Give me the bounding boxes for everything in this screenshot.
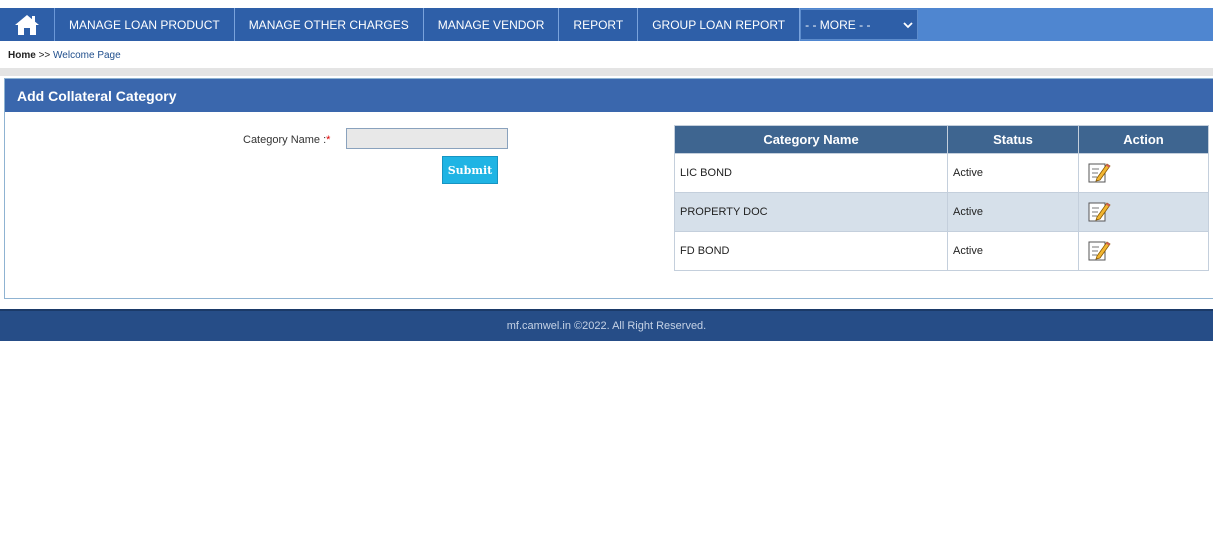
category-name-label: Category Name :* bbox=[243, 134, 330, 146]
required-mark: * bbox=[326, 134, 331, 146]
nav-group-loan-report[interactable]: GROUP LOAN REPORT bbox=[638, 8, 801, 41]
top-navbar: MANAGE LOAN PRODUCT MANAGE OTHER CHARGES… bbox=[0, 8, 1213, 41]
more-select-value: - - MORE - - bbox=[805, 17, 871, 32]
footer: mf.camwel.in ©2022. All Right Reserved. bbox=[0, 309, 1213, 341]
table-row: LIC BOND Active bbox=[674, 153, 1209, 193]
cell-category-name: PROPERTY DOC bbox=[674, 192, 948, 232]
cell-action bbox=[1078, 192, 1209, 232]
divider-bar bbox=[0, 68, 1213, 76]
edit-icon[interactable] bbox=[1087, 238, 1111, 265]
nav-manage-other-charges[interactable]: MANAGE OTHER CHARGES bbox=[234, 8, 424, 41]
panel-title: Add Collateral Category bbox=[5, 79, 1213, 112]
breadcrumb-home[interactable]: Home bbox=[8, 50, 36, 61]
cell-status: Active bbox=[947, 192, 1079, 232]
breadcrumb: Home >> Welcome Page bbox=[8, 50, 121, 61]
nav-manage-vendor[interactable]: MANAGE VENDOR bbox=[423, 8, 560, 41]
category-name-input[interactable] bbox=[346, 128, 508, 149]
footer-copyright: mf.camwel.in ©2022. All Right Reserved. bbox=[506, 320, 707, 332]
home-icon bbox=[15, 14, 39, 35]
submit-button[interactable]: Submit bbox=[442, 156, 498, 184]
more-select[interactable]: - - MORE - - bbox=[800, 9, 919, 40]
nav-manage-loan-product[interactable]: MANAGE LOAN PRODUCT bbox=[55, 8, 235, 41]
header-action: Action bbox=[1078, 125, 1209, 154]
header-status[interactable]: Status bbox=[947, 125, 1079, 154]
nav-report[interactable]: REPORT bbox=[559, 8, 639, 41]
cell-category-name: LIC BOND bbox=[674, 153, 948, 193]
breadcrumb-separator: >> bbox=[38, 50, 51, 61]
breadcrumb-current: Welcome Page bbox=[53, 50, 121, 61]
chevron-down-icon bbox=[903, 21, 913, 28]
cell-action bbox=[1078, 231, 1209, 271]
cell-category-name: FD BOND bbox=[674, 231, 948, 271]
home-button[interactable] bbox=[0, 8, 55, 41]
cell-status: Active bbox=[947, 153, 1079, 193]
edit-icon[interactable] bbox=[1087, 199, 1111, 226]
table-row: PROPERTY DOC Active bbox=[674, 192, 1209, 232]
table-row: FD BOND Active bbox=[674, 231, 1209, 271]
cell-action bbox=[1078, 153, 1209, 193]
collateral-category-panel: Add Collateral Category Category Name :*… bbox=[4, 78, 1213, 299]
category-table: Category Name Status Action LIC BOND Act… bbox=[674, 125, 1209, 271]
header-category-name[interactable]: Category Name bbox=[674, 125, 948, 154]
category-name-label-text: Category Name : bbox=[243, 134, 327, 146]
table-header-row: Category Name Status Action bbox=[674, 125, 1209, 154]
cell-status: Active bbox=[947, 231, 1079, 271]
edit-icon[interactable] bbox=[1087, 160, 1111, 187]
